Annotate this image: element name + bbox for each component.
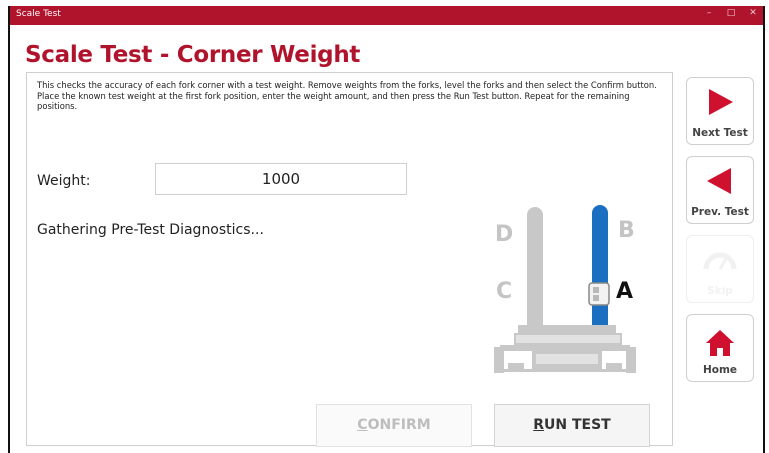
home-label: Home [702,364,738,376]
arrow-left-icon [707,168,731,194]
confirm-access-key: C [357,417,368,433]
fork-left [527,207,543,337]
minimize-button[interactable]: – [703,8,715,18]
next-test-label: Next Test [692,127,748,139]
close-button[interactable]: ✕ [747,8,759,18]
maximize-button[interactable]: □ [725,8,737,18]
page-title: Scale Test - Corner Weight [25,42,361,68]
run-test-label: UN TEST [544,417,611,433]
next-test-button[interactable]: Next Test [686,77,754,145]
home-icon [706,330,734,356]
carriage-bar [518,325,616,333]
arrow-right-icon [709,89,733,115]
instructions-text: This checks the accuracy of each fork co… [37,80,657,111]
status-text: Gathering Pre-Test Diagnostics... [37,222,264,238]
run-test-button[interactable]: RUN TEST [494,404,650,447]
home-button[interactable]: Home [686,314,754,382]
gauge-icon [703,252,737,270]
confirm-button[interactable]: CONFIRM [316,404,472,447]
main-panel: This checks the accuracy of each fork co… [26,72,673,447]
run-access-key: R [533,417,545,433]
fork-label-d: D [495,222,514,247]
fork-diagram: D B C A [472,199,642,379]
window-title: Scale Test [16,9,61,19]
prev-test-label: Prev. Test [691,206,749,218]
weight-label: Weight: [37,173,91,189]
window-controls: – □ ✕ [703,8,759,18]
position-a-marker [588,282,610,306]
skip-label: Skip [707,285,733,297]
fork-label-c: C [496,279,513,304]
title-bar: Scale Test – □ ✕ [10,6,763,25]
fork-label-b: B [618,218,635,243]
skip-button[interactable]: Skip [686,235,754,303]
app-window: Scale Test – □ ✕ Scale Test - Corner Wei… [8,6,765,453]
confirm-label: ONFIRM [367,417,431,433]
weight-input[interactable]: 1000 [155,163,407,195]
prev-test-button[interactable]: Prev. Test [686,156,754,224]
fork-right [592,205,608,335]
fork-label-a: A [616,279,634,304]
